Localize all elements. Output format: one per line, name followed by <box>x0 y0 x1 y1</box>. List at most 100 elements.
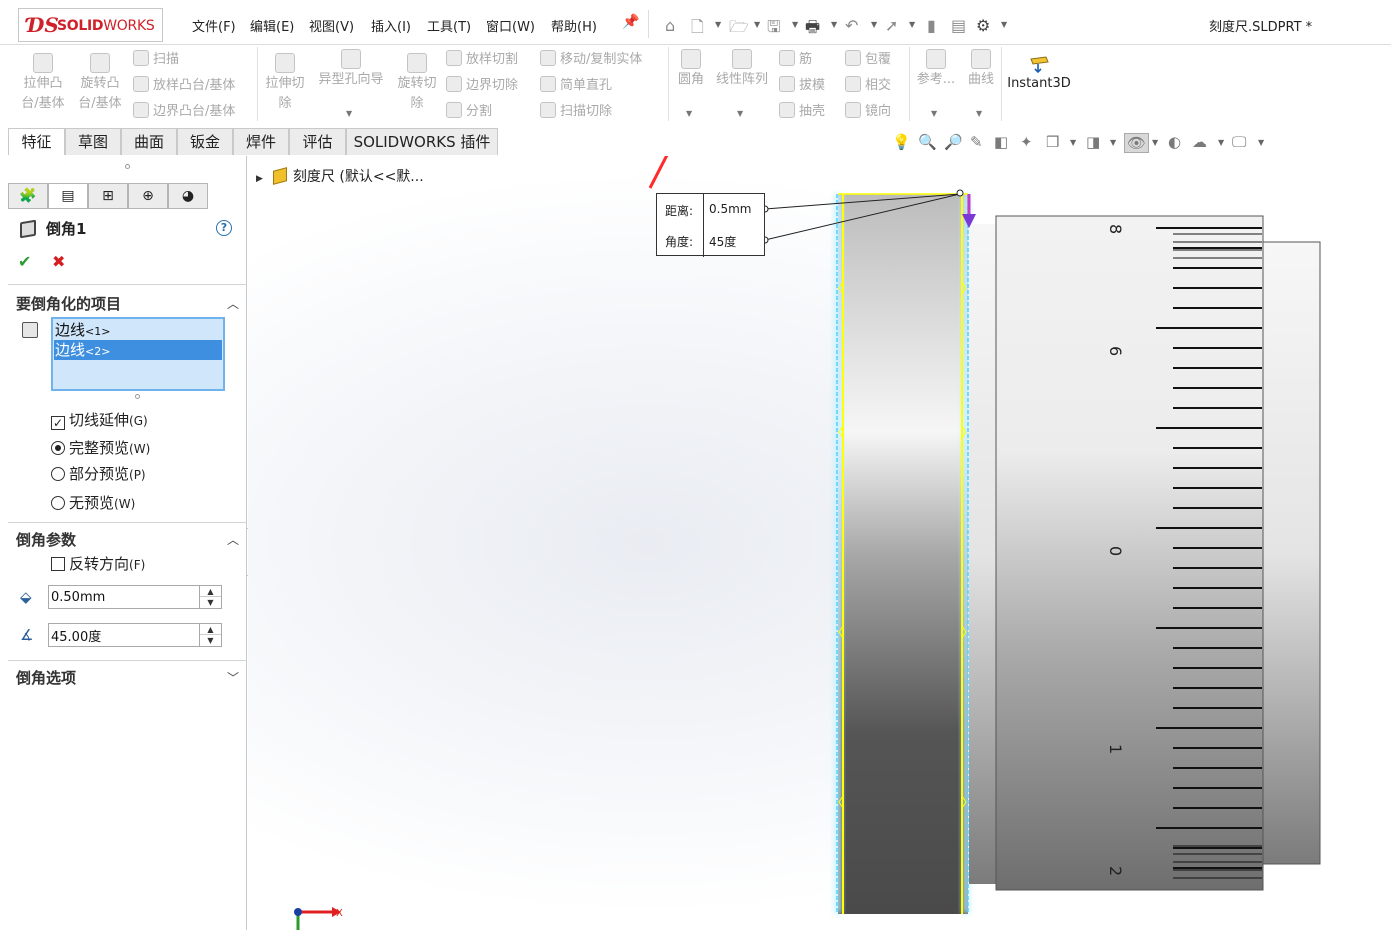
draft-button[interactable]: 拔模 <box>779 76 825 96</box>
undo-icon[interactable]: ↶ <box>845 16 858 35</box>
model-shaft[interactable] <box>834 193 970 914</box>
view-settings-caret-icon[interactable]: ▼ <box>1258 138 1264 147</box>
intersect-button[interactable]: 相交 <box>845 76 891 96</box>
print-dropdown-caret-icon[interactable]: ▼ <box>831 20 837 29</box>
fillet-button[interactable]: 圆角 <box>674 49 708 90</box>
revolve-boss-button[interactable]: 旋转凸 台/基体 <box>74 53 126 114</box>
reference-geometry-button[interactable]: 参考... <box>914 49 958 90</box>
displaymanager-tab-icon[interactable]: ◕ <box>168 183 208 209</box>
hole-wizard-button[interactable]: 异型孔向导 <box>314 49 388 90</box>
tab-features[interactable]: 特征 <box>8 128 65 155</box>
menu-help[interactable]: 帮助(H) <box>551 16 597 35</box>
previous-view-icon[interactable]: ✎ <box>970 133 983 151</box>
swept-cut-button[interactable]: 扫描切除 <box>540 102 612 122</box>
print-icon[interactable]: 🖶 <box>805 16 820 43</box>
model-barrel[interactable]: 6 0 8 1 2 <box>995 215 1321 891</box>
loft-cut-button[interactable]: 放样切割 <box>446 50 518 70</box>
extrude-boss-button[interactable]: 拉伸凸 台/基体 <box>18 53 68 114</box>
boundary-boss-button[interactable]: 边界凸台/基体 <box>133 102 235 122</box>
dynamic-annotation-icon[interactable]: ✦ <box>1020 133 1033 151</box>
list-resize-grip[interactable] <box>135 394 140 399</box>
graphics-area[interactable]: ▶ 刻度尺 (默认<<默... 6 0 8 1 2 X 距离: 0.5mm 角度… <box>248 156 1391 930</box>
apply-scene-icon[interactable]: ☁ <box>1192 133 1207 151</box>
cancel-button[interactable]: ✖ <box>52 252 65 271</box>
rib-button[interactable]: 筋 <box>779 50 812 70</box>
propertymanager-tab-icon[interactable]: ▤ <box>48 183 88 209</box>
move-copy-body-button[interactable]: 移动/复制实体 <box>540 50 642 70</box>
lightbulb-icon[interactable]: 💡 <box>892 133 911 151</box>
loft-boss-button[interactable]: 放样凸台/基体 <box>133 76 235 96</box>
edit-appearance-icon[interactable]: ◐ <box>1168 133 1181 151</box>
view-orientation-caret-icon[interactable]: ▼ <box>1070 138 1076 147</box>
full-preview-radio[interactable]: 完整预览(W) <box>51 437 150 458</box>
spin-up-icon[interactable]: ▲ <box>200 624 221 635</box>
solidworks-logo[interactable]: ƊS SOLIDWORKS <box>18 8 163 42</box>
reference-caret-icon[interactable]: ▼ <box>931 109 937 118</box>
gear-icon[interactable]: ⚙ <box>976 16 990 35</box>
file-properties-icon[interactable]: ▤ <box>951 16 966 35</box>
boundary-cut-button[interactable]: 边界切除 <box>446 76 518 96</box>
curves-caret-icon[interactable]: ▼ <box>976 109 982 118</box>
distance-input[interactable] <box>49 586 199 608</box>
tab-surfaces[interactable]: 曲面 <box>121 128 177 155</box>
save-dropdown-caret-icon[interactable]: ▼ <box>792 20 798 29</box>
tab-solidworks-addins[interactable]: SOLIDWORKS 插件 <box>346 128 498 155</box>
dimxpert-tab-icon[interactable]: ⊕ <box>128 183 168 209</box>
hide-show-caret-icon[interactable]: ▼ <box>1152 138 1158 147</box>
split-button[interactable]: 分割 <box>446 102 492 122</box>
fillet-dropdown-caret-icon[interactable]: ▼ <box>686 109 692 118</box>
callout-distance-value[interactable]: 0.5mm <box>709 202 751 216</box>
linear-pattern-caret-icon[interactable]: ▼ <box>737 109 743 118</box>
instant3d-button[interactable]: Instant3D <box>1006 55 1072 91</box>
angle-input[interactable] <box>49 624 199 646</box>
menu-edit[interactable]: 编辑(E) <box>250 16 294 35</box>
menu-insert[interactable]: 插入(I) <box>371 16 411 35</box>
hole-wizard-caret-icon[interactable]: ▼ <box>346 109 352 118</box>
collapse-chevron-icon[interactable]: ︿ <box>227 531 239 548</box>
model-neck[interactable] <box>969 224 996 884</box>
pin-icon[interactable]: 📌 <box>622 14 639 30</box>
callout-angle-row[interactable]: 角度: 45度 <box>657 225 766 256</box>
angle-stepper[interactable]: ▲ ▼ <box>48 623 222 647</box>
callout-angle-value[interactable]: 45度 <box>709 233 736 250</box>
save-icon[interactable]: 🖫 <box>767 16 781 43</box>
flip-direction-checkbox[interactable]: 反转方向(F) <box>51 553 145 574</box>
apply-scene-caret-icon[interactable]: ▼ <box>1218 138 1224 147</box>
open-dropdown-caret-icon[interactable]: ▼ <box>754 20 760 29</box>
zoom-to-area-icon[interactable]: 🔎 <box>944 133 963 151</box>
model-viewport[interactable]: 6 0 8 1 2 X <box>248 156 1391 930</box>
home-icon[interactable]: ⌂ <box>665 16 675 35</box>
featuremanager-tab-icon[interactable]: 🧩 <box>8 183 48 209</box>
expand-chevron-icon[interactable]: ﹀ <box>227 669 239 686</box>
curves-button[interactable]: 曲线 <box>962 49 1000 90</box>
view-orientation-icon[interactable]: ❒ <box>1046 133 1059 151</box>
spin-down-icon[interactable]: ▼ <box>200 597 221 608</box>
ok-button[interactable]: ✔ <box>18 252 31 271</box>
partial-preview-radio[interactable]: 部分预览(P) <box>51 463 146 484</box>
spin-up-icon[interactable]: ▲ <box>200 586 221 597</box>
menu-tools[interactable]: 工具(T) <box>427 16 471 35</box>
rebuild-icon[interactable]: ▮ <box>927 16 936 35</box>
distance-stepper[interactable]: ▲ ▼ <box>48 585 222 609</box>
menu-window[interactable]: 窗口(W) <box>486 16 535 35</box>
configurationmanager-tab-icon[interactable]: ⊞ <box>88 183 128 209</box>
new-document-icon[interactable]: 🗋 <box>691 16 704 43</box>
linear-pattern-button[interactable]: 线性阵列 <box>712 49 772 90</box>
display-style-caret-icon[interactable]: ▼ <box>1110 138 1116 147</box>
select-arrow-icon[interactable]: ➚ <box>885 16 898 35</box>
panel-splitter-grip[interactable] <box>125 164 130 169</box>
hide-show-items-icon[interactable]: 👁 <box>1124 133 1150 153</box>
list-item[interactable]: 边线<2> <box>54 340 222 360</box>
display-style-icon[interactable]: ◨ <box>1086 133 1100 151</box>
chamfer-callout[interactable]: 距离: 0.5mm 角度: 45度 <box>656 193 766 257</box>
menu-file[interactable]: 文件(F) <box>192 16 236 35</box>
shell-button[interactable]: 抽壳 <box>779 102 825 122</box>
mirror-button[interactable]: 镜向 <box>845 102 891 122</box>
zoom-to-fit-icon[interactable]: 🔍 <box>918 133 937 151</box>
simple-hole-button[interactable]: 简单直孔 <box>540 76 612 96</box>
tab-evaluate[interactable]: 评估 <box>289 128 346 155</box>
revolve-cut-button[interactable]: 旋转切 除 <box>394 53 440 114</box>
view-settings-icon[interactable]: 🖵 <box>1232 133 1246 151</box>
spin-down-icon[interactable]: ▼ <box>200 635 221 646</box>
edge-selection-list[interactable]: 边线<1> 边线<2> <box>51 317 225 391</box>
